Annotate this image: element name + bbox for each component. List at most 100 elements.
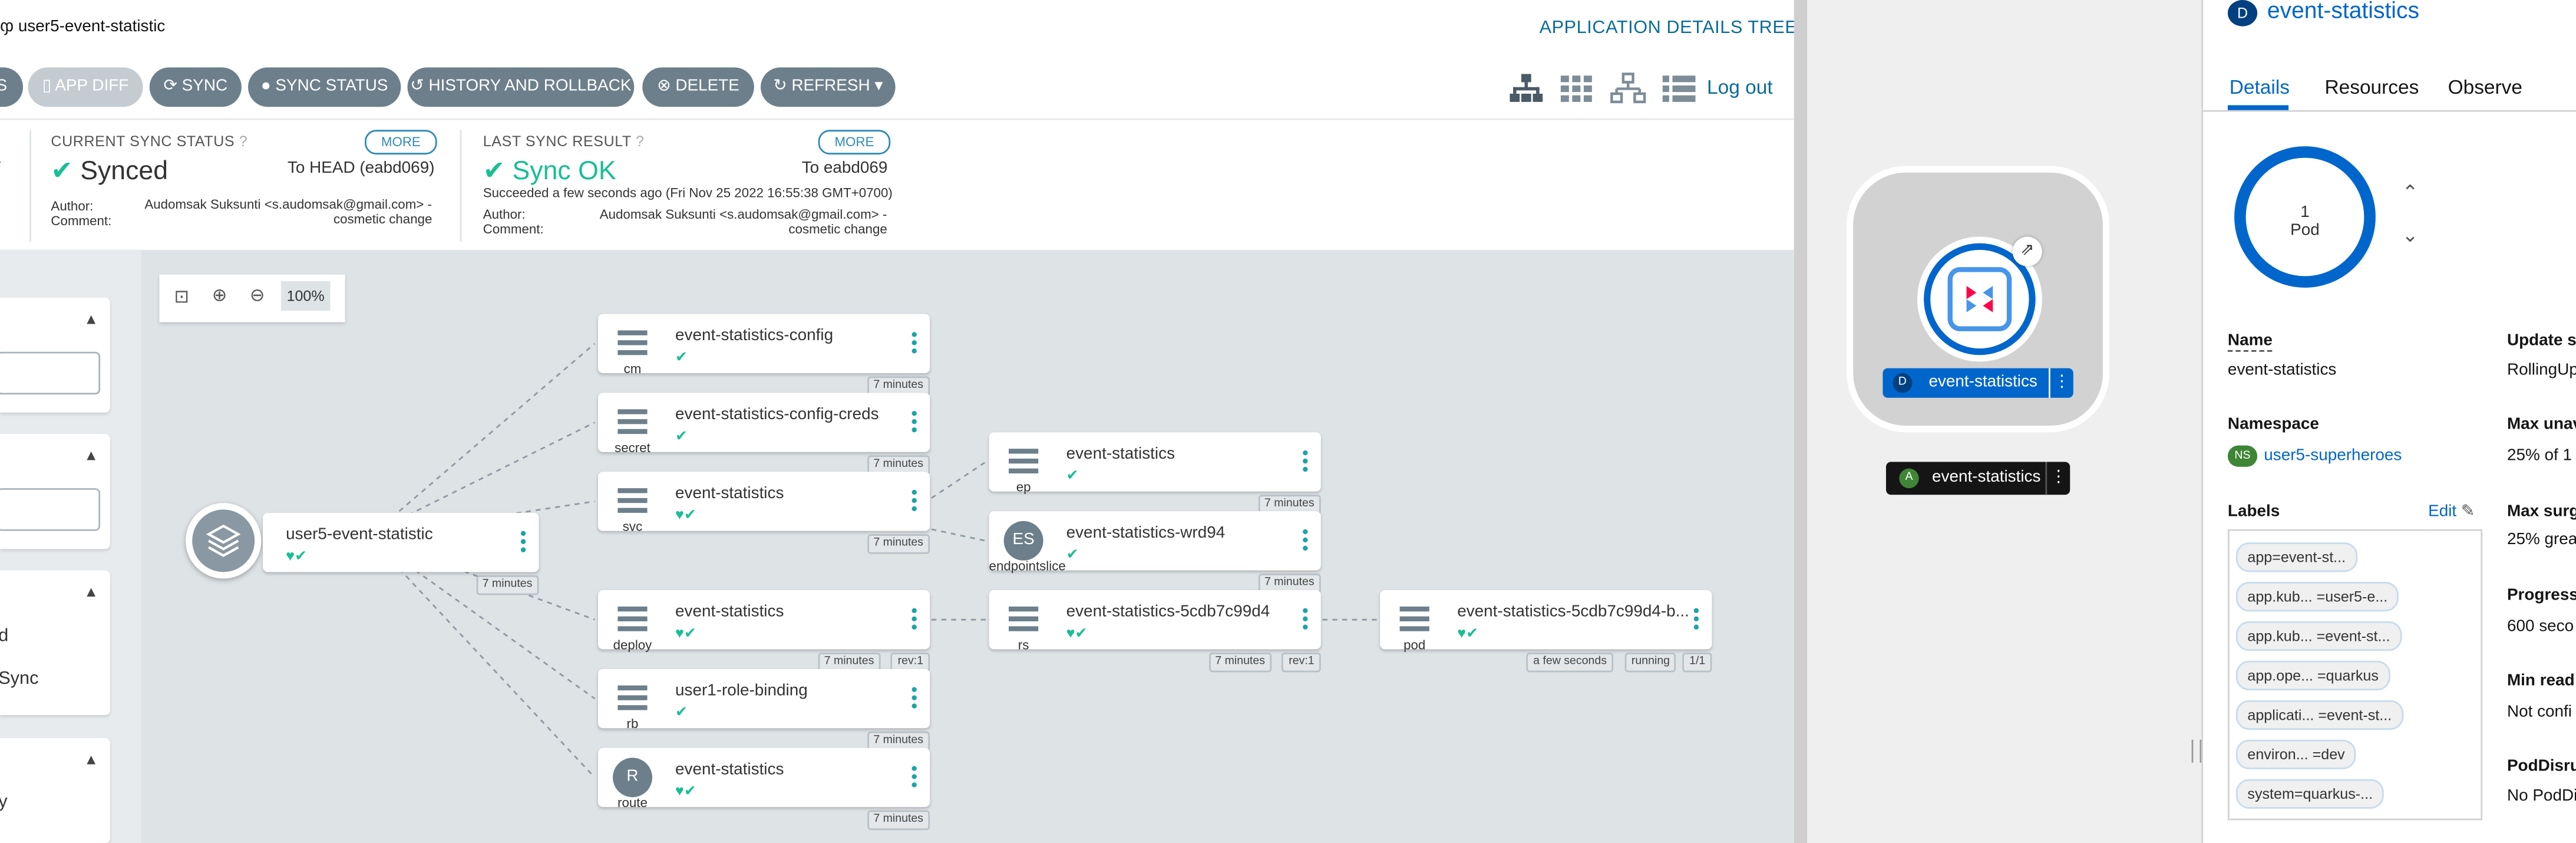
topology-canvas: ⇗ D event-statistics ⋮ A event-statistic… xyxy=(1794,0,2202,843)
update-strategy-label: Update s xyxy=(2506,332,2576,350)
label-chip[interactable]: environ... =dev xyxy=(2235,739,2357,769)
namespace-label: Namespace xyxy=(2227,416,2319,434)
check-circle-icon: ✔ xyxy=(675,427,688,444)
root-node-icon-wrap[interactable] xyxy=(186,503,262,579)
resize-handle[interactable] xyxy=(2191,739,2202,763)
label-chip[interactable]: applicati... =event-st... xyxy=(2235,700,2403,730)
resource-status: ✔ xyxy=(675,703,688,722)
name-label: Name xyxy=(2227,332,2273,352)
deployment-label[interactable]: D event-statistics ⋮ xyxy=(1883,368,2073,398)
label-chip[interactable]: app=event-st... xyxy=(2235,542,2357,572)
min-ready-value: Not confi xyxy=(2506,703,2572,722)
edge xyxy=(398,343,596,512)
resource-node[interactable]: ep event-statistics ✔ 7 minutes xyxy=(989,432,1321,515)
more-vertical-icon[interactable] xyxy=(1303,529,1308,554)
root-node-status: ♥✔ xyxy=(286,548,307,566)
tab-resources[interactable]: Resources xyxy=(2324,75,2419,98)
resource-kind: rb xyxy=(626,716,639,732)
edit-label: Edit xyxy=(2428,503,2457,521)
check-circle-icon: ✔ xyxy=(1466,624,1479,641)
resource-node[interactable]: secret event-statistics-config-creds ✔ 7 mi… xyxy=(597,393,930,475)
heart-icon: ♥ xyxy=(1066,624,1075,641)
deployment-name: event-statistics xyxy=(1928,373,2037,391)
rs-icon xyxy=(1000,597,1046,643)
max-surge-label: Max surg xyxy=(2506,503,2576,521)
label-chip[interactable]: system=quarkus-... xyxy=(2235,779,2385,809)
age-tag: 7 minutes xyxy=(475,575,539,595)
heart-icon: ♥ xyxy=(675,624,684,641)
resource-node[interactable]: deploy event-statistics ♥✔ rev:1 7 minutes xyxy=(597,590,930,673)
resource-kind: secret xyxy=(615,440,650,456)
resource-status: ✔ xyxy=(1066,467,1079,485)
layers-glyph xyxy=(206,524,241,557)
more-vertical-icon[interactable] xyxy=(911,489,917,515)
resource-status: ♥✔ xyxy=(675,625,696,643)
resource-node[interactable]: rs event-statistics-5cdb7c99d4 ♥✔ rev:1 7 mi… xyxy=(989,590,1321,673)
resource-node[interactable]: cm event-statistics-config ✔ 7 minutes xyxy=(597,314,930,396)
resource-tag: 7 minutes xyxy=(867,810,930,831)
resource-kind: endpointslice xyxy=(989,559,1066,574)
root-node[interactable]: user5-event-statistic ♥✔ 7 minutes xyxy=(263,512,539,595)
more-vertical-icon[interactable] xyxy=(520,531,526,556)
application-label[interactable]: A event-statistics ⋮ xyxy=(1885,462,2070,495)
more-vertical-icon[interactable] xyxy=(911,411,917,436)
more-vertical-icon[interactable] xyxy=(1693,608,1699,633)
resource-name: event-statistics xyxy=(675,485,784,503)
label-chip[interactable]: app.kub... =user5-e... xyxy=(2235,582,2399,612)
resource-tag: 7 minutes xyxy=(867,534,930,554)
resource-name: event-statistics xyxy=(1066,445,1175,464)
tab-details[interactable]: Details xyxy=(2230,75,2290,98)
resource-status: ✔ xyxy=(675,348,688,367)
heart-icon: ♥ xyxy=(286,547,295,564)
resource-node[interactable]: pod event-statistics-5cdb7c99d4-b... ♥✔ 1/1… xyxy=(1380,590,1712,673)
resource-node[interactable]: rb user1-role-binding ✔ 7 minutes xyxy=(597,669,930,752)
scale-down-icon[interactable]: ⌄ xyxy=(2402,223,2418,246)
more-vertical-icon[interactable] xyxy=(911,608,917,633)
resource-name: event-statistics xyxy=(675,760,784,779)
resource-name: user1-role-binding xyxy=(675,682,808,700)
endpointslice-icon: ES xyxy=(1000,518,1046,564)
cm-icon xyxy=(609,321,655,367)
resource-status: ✔ xyxy=(1066,546,1079,564)
deployment-group[interactable]: ⇗ D event-statistics ⋮ xyxy=(1847,166,2110,433)
scale-up-icon[interactable]: ⌃ xyxy=(2402,181,2418,204)
resource-kind: rs xyxy=(1018,637,1029,653)
kebab-icon[interactable]: ⋮ xyxy=(2049,368,2073,398)
namespace-link[interactable]: user5-superheroes xyxy=(2264,447,2402,465)
resource-kind: pod xyxy=(1403,637,1426,653)
more-vertical-icon[interactable] xyxy=(911,766,917,791)
name-value: event-statistics xyxy=(2227,361,2337,380)
resource-name: event-statistics-wrd94 xyxy=(1066,524,1226,543)
more-vertical-icon[interactable] xyxy=(911,332,917,357)
divider xyxy=(2203,110,2576,112)
resource-kind: route xyxy=(617,795,648,811)
resource-node[interactable]: ES endpointslice event-statistics-wrd94 ✔ 7 … xyxy=(989,511,1321,594)
svc-icon xyxy=(609,478,655,524)
root-node-name: user5-event-statistic xyxy=(286,526,433,544)
more-vertical-icon[interactable] xyxy=(1303,608,1308,633)
more-vertical-icon[interactable] xyxy=(911,687,917,712)
check-circle-icon: ✔ xyxy=(1066,545,1079,562)
more-vertical-icon[interactable] xyxy=(1303,450,1308,475)
namespace-badge: NS xyxy=(2227,445,2258,467)
kebab-icon[interactable]: ⋮ xyxy=(2045,462,2070,495)
resource-tag: rev:1 xyxy=(1282,652,1321,673)
tab-observe[interactable]: Observe xyxy=(2448,75,2522,98)
label-chip[interactable]: app.ope... =quarkus xyxy=(2235,660,2390,691)
resource-tag: 7 minutes xyxy=(1208,652,1272,673)
check-circle-icon: ✔ xyxy=(295,547,308,564)
details-panel: D event-statistics Details Resources Obs… xyxy=(2201,0,2576,843)
heart-icon: ♥ xyxy=(675,782,684,799)
deploy-icon xyxy=(609,597,655,643)
progress-label: Progress xyxy=(2506,587,2576,605)
label-chip[interactable]: app.kub... =event-st... xyxy=(2235,621,2402,651)
check-circle-icon: ✔ xyxy=(675,348,688,365)
edge xyxy=(931,461,986,499)
details-title[interactable]: event-statistics xyxy=(2267,0,2419,23)
resource-node[interactable]: Rroute event-statistics ♥✔ 7 minutes xyxy=(597,747,930,831)
resource-node[interactable]: svc event-statistics ♥✔ 7 minutes xyxy=(597,472,930,554)
heart-icon: ♥ xyxy=(675,506,684,523)
external-link-icon[interactable]: ⇗ xyxy=(2012,236,2042,266)
edit-labels-link[interactable]: Edit ✎ xyxy=(2428,503,2475,521)
deployment-node[interactable]: ⇗ xyxy=(1917,236,2042,362)
